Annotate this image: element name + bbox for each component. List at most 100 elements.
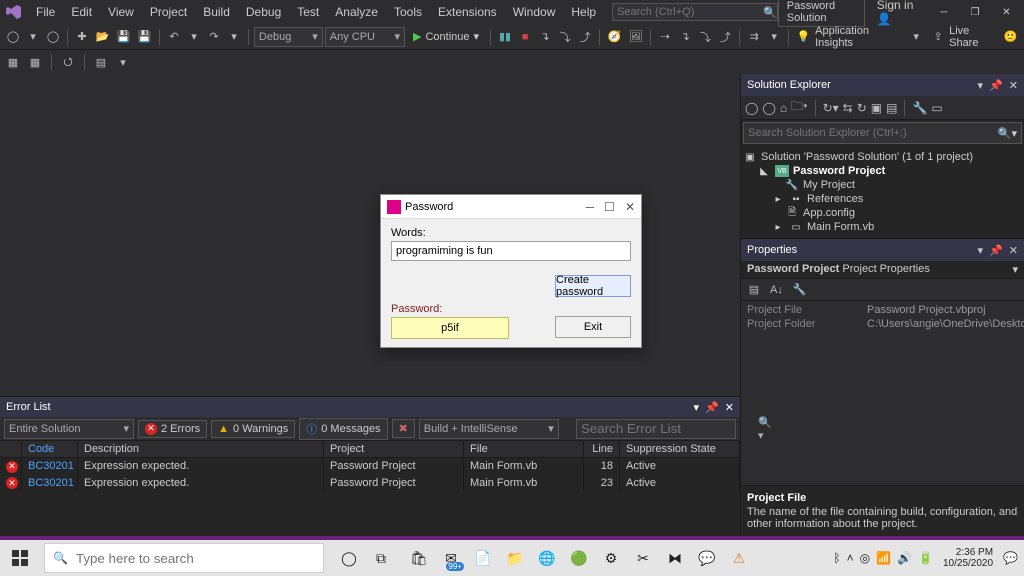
prop-wrench-icon[interactable]: 🔧 xyxy=(790,280,810,300)
app-maximize[interactable]: ☐ xyxy=(604,200,615,214)
se-search[interactable]: 🔍▾ xyxy=(743,122,1022,144)
error-row[interactable]: ✕ BC30201 Expression expected. Password … xyxy=(0,458,740,475)
error-row[interactable]: ✕ BC30201 Expression expected. Password … xyxy=(0,475,740,492)
pin-icon[interactable]: 📌 xyxy=(989,79,1003,92)
se-refresh-icon[interactable]: ↻▾ xyxy=(823,101,839,115)
platform-dropdown[interactable]: Any CPU▾ xyxy=(325,27,405,47)
settings-icon[interactable]: ⚙ xyxy=(598,545,624,571)
se-sync-icon[interactable]: 🗀▾ xyxy=(791,97,807,118)
menu-test[interactable]: Test xyxy=(289,2,327,22)
app-minimize[interactable]: ─ xyxy=(586,200,595,214)
app-window-password[interactable]: Password ─ ☐ ✕ Words: Create password Pa… xyxy=(380,194,642,348)
chrome-icon[interactable]: 🟢 xyxy=(566,545,592,571)
menu-analyze[interactable]: Analyze xyxy=(327,2,386,22)
taskview-icon[interactable]: ⧉ xyxy=(368,545,394,571)
step-out-icon[interactable]: ⤴ xyxy=(576,27,594,47)
window-restore[interactable]: ❐ xyxy=(962,0,989,24)
se-search-input[interactable] xyxy=(748,127,998,139)
start-continue-button[interactable]: ▶Continue ▾ xyxy=(407,30,485,43)
undo-icon[interactable]: ↶ xyxy=(165,27,183,47)
error-search[interactable]: 🔍▾ xyxy=(576,419,736,439)
alphabetical-icon[interactable]: A↓ xyxy=(767,280,786,300)
store-icon[interactable]: 🛍 xyxy=(406,545,432,571)
se-preview-icon[interactable]: ▭ xyxy=(931,101,942,115)
screenshot-icon[interactable]: 🖼 xyxy=(626,27,645,47)
cortana-icon[interactable]: ◯ xyxy=(336,545,362,571)
tray-notifications-icon[interactable]: 💬 xyxy=(1003,551,1018,565)
liveshare-label[interactable]: Live Share xyxy=(949,25,999,49)
tray-clock[interactable]: 2:36 PM10/25/2020 xyxy=(939,547,997,569)
tray-wifi-icon[interactable]: 📶 xyxy=(876,551,891,565)
words-input[interactable] xyxy=(391,241,631,261)
filter-warnings[interactable]: ▲0 Warnings xyxy=(211,420,295,438)
menu-tools[interactable]: Tools xyxy=(386,2,430,22)
save-icon[interactable]: 💾 xyxy=(114,27,133,47)
new-project-icon[interactable]: ✚ xyxy=(73,27,91,47)
menu-search-input[interactable] xyxy=(613,6,763,18)
se-home-icon[interactable]: ⌂ xyxy=(780,101,787,115)
window-close[interactable]: ✕ xyxy=(993,0,1020,24)
node-mainform[interactable]: Main Form.vb xyxy=(807,221,874,233)
tray-chevron-icon[interactable]: ˄ xyxy=(847,551,854,565)
config-dropdown[interactable]: Debug▾ xyxy=(254,27,323,47)
menu-project[interactable]: Project xyxy=(142,2,195,22)
feedback-icon[interactable]: 🙂 xyxy=(1001,27,1020,47)
error-scope-dropdown[interactable]: Entire Solution▾ xyxy=(4,419,134,439)
pin-icon[interactable]: 📌 xyxy=(705,401,719,414)
se-collapse-icon[interactable]: ▣ xyxy=(871,101,882,115)
menu-view[interactable]: View xyxy=(100,2,142,22)
edge-icon[interactable]: 🌐 xyxy=(534,545,560,571)
tray-battery-icon[interactable]: 🔋 xyxy=(918,551,933,565)
se-showall-icon[interactable]: ▤ xyxy=(886,101,897,115)
start-button[interactable] xyxy=(0,543,40,573)
step-into-icon[interactable]: ↴ xyxy=(536,27,554,47)
se-fwd-icon[interactable]: ◯ xyxy=(762,101,775,115)
properties-header[interactable]: Properties ▾📌✕ xyxy=(741,239,1024,261)
feedback-hub-icon[interactable]: 💬 xyxy=(694,545,720,571)
solution-explorer-header[interactable]: Solution Explorer ▾📌✕ xyxy=(741,74,1024,96)
menu-extensions[interactable]: Extensions xyxy=(430,2,505,22)
windows-taskbar[interactable]: 🔍 ◯ ⧉ 🛍 ✉99+ 📄 📁 🌐 🟢 ⚙ ✂ ⧓ 💬 ⚠ ᛒ ˄ ◎ 📶 🔊 xyxy=(0,540,1024,576)
align-icon[interactable]: ▤ xyxy=(92,52,110,72)
app-close[interactable]: ✕ xyxy=(625,200,635,214)
error-list-header[interactable]: Error List ▾📌✕ xyxy=(0,397,740,417)
tray-volume-icon[interactable]: 🔊 xyxy=(897,551,912,565)
panel-dropdown-icon[interactable]: ▾ xyxy=(978,79,984,92)
taskbar-search[interactable]: 🔍 xyxy=(44,543,324,573)
se-back-icon[interactable]: ◯ xyxy=(745,101,758,115)
filter-clear[interactable]: ✖ xyxy=(392,419,415,438)
snip-icon[interactable]: ✂ xyxy=(630,545,656,571)
redo-icon[interactable]: ↷ xyxy=(205,27,223,47)
window-minimize[interactable]: ─ xyxy=(930,0,957,24)
open-file-icon[interactable]: 📂 xyxy=(93,27,112,47)
step-over-icon[interactable]: ⤵ xyxy=(556,27,574,47)
app-titlebar[interactable]: Password ─ ☐ ✕ xyxy=(381,195,641,219)
insights-icon[interactable]: 💡 xyxy=(794,27,813,47)
menu-build[interactable]: Build xyxy=(195,2,238,22)
stop-icon[interactable]: ■ xyxy=(516,27,534,47)
diag-icon[interactable]: 🧭 xyxy=(605,27,624,47)
node-appconfig[interactable]: App.config xyxy=(803,207,855,219)
filter-errors[interactable]: ✕2 Errors xyxy=(138,420,207,438)
menu-help[interactable]: Help xyxy=(563,2,604,22)
layout-form-icon[interactable]: ▦ xyxy=(4,52,22,72)
exit-button[interactable]: Exit xyxy=(555,316,631,338)
panel-close-icon[interactable]: ✕ xyxy=(1009,79,1018,92)
prop-row-project-folder[interactable]: Project FolderC:\Users\angie\OneDrive\De… xyxy=(741,317,1024,331)
tray-bluetooth-icon[interactable]: ᛒ xyxy=(833,551,840,565)
node-references[interactable]: References xyxy=(807,193,863,205)
nav-fwd-icon[interactable]: ◯ xyxy=(44,27,62,47)
create-password-button[interactable]: Create password xyxy=(555,275,631,297)
menu-edit[interactable]: Edit xyxy=(63,2,100,22)
pause-icon[interactable]: ▮▮ xyxy=(496,27,514,47)
node-myproject[interactable]: My Project xyxy=(803,179,855,191)
layout-grid-icon[interactable]: ▦ xyxy=(26,52,44,72)
tab-order-icon[interactable]: ⭯ xyxy=(59,52,77,72)
menu-window[interactable]: Window xyxy=(505,2,564,22)
tray-location-icon[interactable]: ◎ xyxy=(860,551,870,565)
solution-tree[interactable]: ▣Solution 'Password Solution' (1 of 1 pr… xyxy=(741,146,1024,238)
solution-root[interactable]: Solution 'Password Solution' (1 of 1 pro… xyxy=(761,151,973,163)
mail-icon[interactable]: ✉99+ xyxy=(438,545,464,571)
save-all-icon[interactable]: 💾 xyxy=(135,27,154,47)
build-intellisense-dropdown[interactable]: Build + IntelliSense▾ xyxy=(419,419,559,439)
